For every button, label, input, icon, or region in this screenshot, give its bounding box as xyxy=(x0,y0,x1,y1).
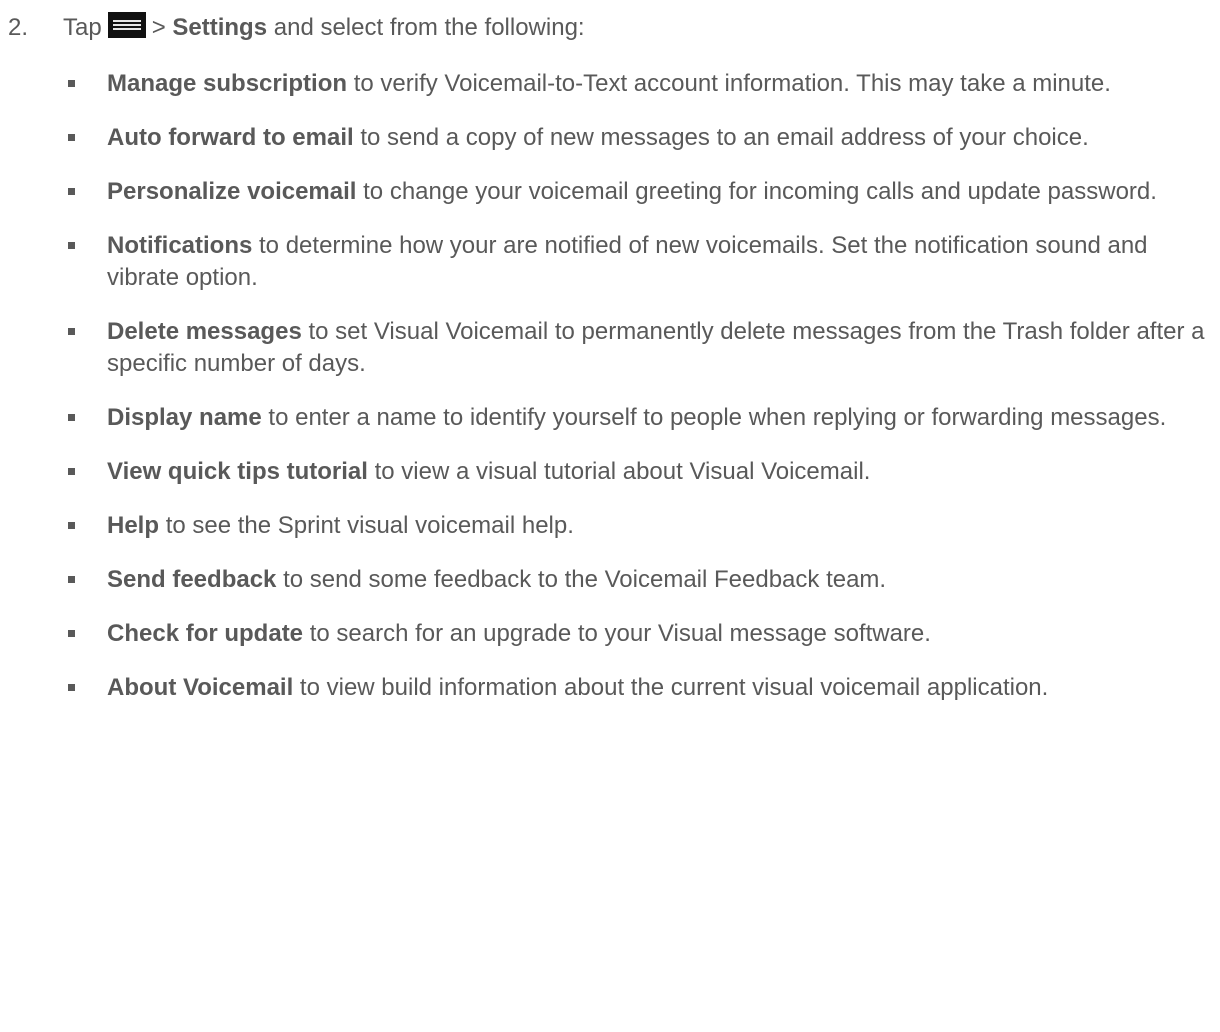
step-text-arrow: > xyxy=(151,14,166,41)
step-text-select: and select from the following: xyxy=(273,14,585,41)
settings-options-list: Manage subscription to verify Voicemail-… xyxy=(0,68,1220,726)
option-term: Send feedback xyxy=(107,566,277,593)
square-bullet-icon xyxy=(68,242,75,249)
option-term: Delete messages xyxy=(107,318,302,345)
option-term: Notifications xyxy=(107,232,253,259)
square-bullet-icon xyxy=(68,414,75,421)
step-text-tap: Tap xyxy=(63,14,102,41)
option-description: to view build information about the curr… xyxy=(299,674,1049,701)
step-number: 2. xyxy=(8,14,29,41)
option-term: Help xyxy=(107,512,160,539)
option-description: to send some feedback to the Voicemail F… xyxy=(283,566,887,593)
list-item: Manage subscription to verify Voicemail-… xyxy=(0,68,1220,100)
list-item: Help to see the Sprint visual voicemail … xyxy=(0,510,1220,542)
option-term: View quick tips tutorial xyxy=(107,458,368,485)
square-bullet-icon xyxy=(68,188,75,195)
square-bullet-icon xyxy=(68,576,75,583)
option-term: Display name xyxy=(107,404,262,431)
list-item: Notifications to determine how your are … xyxy=(0,230,1220,294)
list-item: Auto forward to email to send a copy of … xyxy=(0,122,1220,154)
option-description: to determine how your are notified of ne… xyxy=(107,232,1148,291)
square-bullet-icon xyxy=(68,684,75,691)
option-description: to change your voicemail greeting for in… xyxy=(363,178,1157,205)
list-item: About Voicemail to view build informatio… xyxy=(0,672,1220,704)
option-description: to see the Sprint visual voicemail help. xyxy=(165,512,574,539)
square-bullet-icon xyxy=(68,328,75,335)
option-description: to search for an upgrade to your Visual … xyxy=(309,620,931,647)
option-term: Personalize voicemail xyxy=(107,178,357,205)
square-bullet-icon xyxy=(68,522,75,529)
option-term: Check for update xyxy=(107,620,304,647)
step-settings-term: Settings xyxy=(172,14,268,41)
list-item: Display name to enter a name to identify… xyxy=(0,402,1220,434)
option-description: to verify Voicemail-to-Text account info… xyxy=(353,70,1111,97)
option-description: to enter a name to identify yourself to … xyxy=(268,404,1167,431)
square-bullet-icon xyxy=(68,80,75,87)
option-term: About Voicemail xyxy=(107,674,294,701)
square-bullet-icon xyxy=(68,468,75,475)
list-item: Check for update to search for an upgrad… xyxy=(0,618,1220,650)
list-item: View quick tips tutorial to view a visua… xyxy=(0,456,1220,488)
menu-icon xyxy=(107,12,146,38)
square-bullet-icon xyxy=(68,630,75,637)
list-item: Send feedback to send some feedback to t… xyxy=(0,564,1220,596)
option-description: to send a copy of new messages to an ema… xyxy=(360,124,1089,151)
document-page: 2. Tap > Settings and select from the foll… xyxy=(0,0,1220,1032)
option-description: to view a visual tutorial about Visual V… xyxy=(374,458,871,485)
step-2-instruction: 2. Tap > Settings and select from the foll… xyxy=(8,12,585,43)
list-item: Delete messages to set Visual Voicemail … xyxy=(0,316,1220,380)
square-bullet-icon xyxy=(68,134,75,141)
list-item: Personalize voicemail to change your voi… xyxy=(0,176,1220,208)
option-term: Auto forward to email xyxy=(107,124,354,151)
option-term: Manage subscription xyxy=(107,70,348,97)
